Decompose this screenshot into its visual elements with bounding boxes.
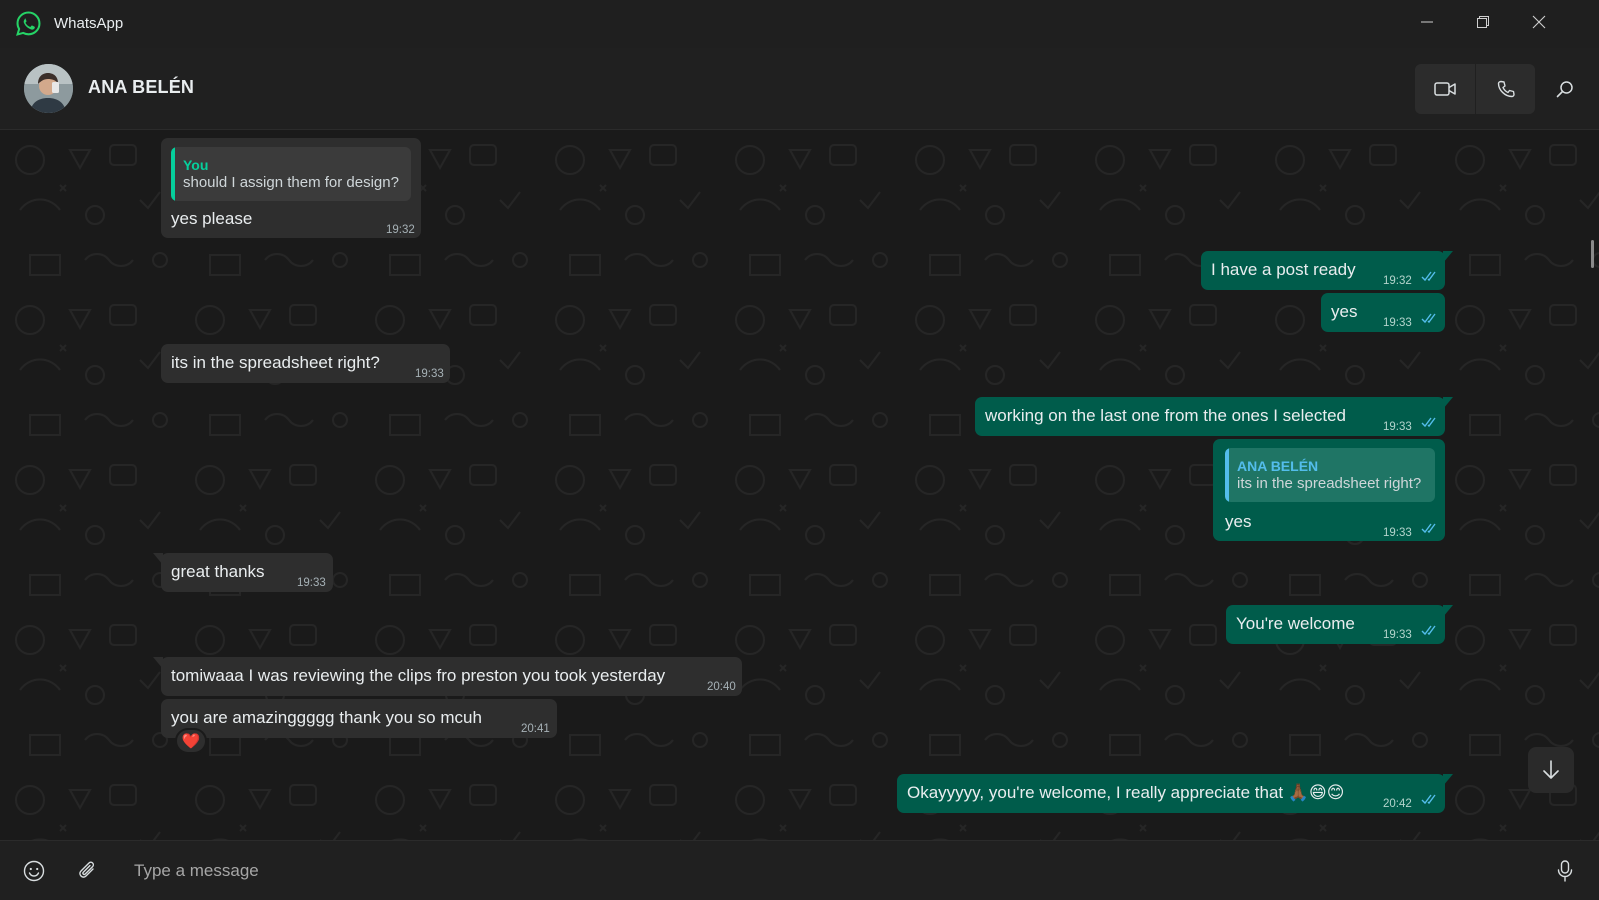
minimize-icon: [1421, 21, 1433, 23]
chat-scrollbar[interactable]: [1591, 240, 1594, 268]
message-incoming[interactable]: tomiwaaa I was reviewing the clips fro p…: [161, 657, 742, 696]
read-ticks-icon: [1421, 523, 1436, 534]
message-time: 20:41: [521, 723, 550, 735]
message-time: 19:33: [1383, 421, 1412, 433]
quote-bar: [171, 147, 175, 201]
emoji-button[interactable]: [16, 853, 52, 889]
message-outgoing[interactable]: I have a post ready 19:32: [1201, 251, 1445, 290]
close-button[interactable]: [1511, 0, 1567, 44]
quote-text: should I assign them for design?: [183, 174, 399, 191]
message-composer: [0, 840, 1599, 900]
whatsapp-logo-icon: [16, 11, 41, 36]
contact-name[interactable]: ANA BELÉN: [88, 77, 194, 98]
message-text: you are amazinggggg thank you so mcuh: [171, 708, 482, 727]
bubble-tail: [153, 657, 163, 669]
message-time: 19:33: [415, 368, 444, 380]
message-text: yes: [1225, 512, 1252, 531]
app-title: WhatsApp: [54, 15, 124, 32]
search-button[interactable]: [1543, 64, 1587, 114]
message-text: You're welcome: [1236, 614, 1355, 633]
bubble-tail: [153, 553, 163, 565]
message-outgoing[interactable]: working on the last one from the ones I …: [975, 397, 1445, 436]
call-buttons-group: [1415, 64, 1535, 114]
quoted-message[interactable]: ANA BELÉN its in the spreadsheet right?: [1225, 448, 1435, 502]
message-outgoing[interactable]: yes 19:33: [1321, 293, 1445, 332]
title-bar: WhatsApp: [0, 0, 1599, 48]
emoji-icon: [23, 860, 45, 882]
message-incoming[interactable]: great thanks 19:33: [161, 553, 333, 592]
message-outgoing[interactable]: Okayyyyy, you're welcome, I really appre…: [897, 774, 1445, 813]
chat-area[interactable]: You should I assign them for design? yes…: [0, 130, 1599, 840]
message-text: its in the spreadsheet right?: [171, 353, 380, 372]
heart-reaction: ❤️: [181, 733, 201, 750]
read-ticks-icon: [1421, 313, 1436, 324]
quote-bar: [1225, 448, 1229, 502]
message-time: 19:33: [1383, 527, 1412, 539]
message-text: Okayyyyy, you're welcome, I really appre…: [907, 783, 1345, 802]
voice-call-icon: [1497, 80, 1515, 98]
bubble-tail: [1443, 605, 1453, 617]
voice-call-button[interactable]: [1475, 64, 1535, 114]
message-text: tomiwaaa I was reviewing the clips fro p…: [171, 666, 666, 685]
arrow-down-icon: [1543, 760, 1559, 779]
voice-message-button[interactable]: [1547, 853, 1583, 889]
paperclip-icon: [79, 861, 95, 878]
read-ticks-icon: [1421, 417, 1436, 428]
message-time: 19:32: [1383, 275, 1412, 287]
message-incoming[interactable]: you are amazinggggg thank you so mcuh 20…: [161, 699, 557, 738]
read-ticks-icon: [1421, 794, 1436, 805]
message-text: working on the last one from the ones I …: [985, 406, 1346, 425]
minimize-button[interactable]: [1399, 0, 1455, 44]
read-ticks-icon: [1421, 625, 1436, 636]
close-icon: [1532, 15, 1546, 29]
video-call-icon: [1434, 82, 1456, 96]
scroll-to-bottom-button[interactable]: [1528, 747, 1574, 793]
message-outgoing[interactable]: You're welcome 19:33: [1226, 605, 1445, 644]
read-ticks-icon: [1421, 271, 1436, 282]
chat-header: ANA BELÉN: [0, 48, 1599, 130]
restore-icon: [1477, 16, 1489, 28]
message-time: 20:40: [707, 681, 736, 693]
search-icon: [1556, 81, 1573, 98]
message-time: 19:33: [1383, 317, 1412, 329]
message-incoming[interactable]: its in the spreadsheet right? 19:33: [161, 344, 450, 383]
video-call-button[interactable]: [1415, 64, 1475, 114]
bubble-tail: [1443, 774, 1453, 786]
message-time: 19:32: [386, 224, 415, 236]
message-text: yes: [1331, 302, 1358, 321]
message-input[interactable]: [124, 853, 1504, 889]
message-outgoing[interactable]: ANA BELÉN its in the spreadsheet right? …: [1213, 439, 1445, 541]
bubble-tail: [1443, 251, 1453, 263]
contact-avatar[interactable]: [24, 64, 73, 113]
message-time: 19:33: [297, 577, 326, 589]
message-time: 20:42: [1383, 798, 1412, 810]
avatar-photo: [24, 64, 73, 113]
message-text: yes please: [171, 209, 253, 228]
quoted-message[interactable]: You should I assign them for design?: [171, 147, 411, 201]
message-text: great thanks: [171, 562, 265, 581]
restore-button[interactable]: [1455, 0, 1511, 44]
bubble-tail: [1443, 397, 1453, 409]
message-time: 19:33: [1383, 629, 1412, 641]
quote-text: its in the spreadsheet right?: [1237, 475, 1422, 492]
microphone-icon: [1557, 860, 1573, 882]
message-incoming[interactable]: You should I assign them for design? yes…: [161, 138, 421, 238]
message-reaction[interactable]: ❤️: [175, 728, 207, 754]
message-text: I have a post ready: [1211, 260, 1356, 279]
attach-button[interactable]: [70, 853, 106, 889]
